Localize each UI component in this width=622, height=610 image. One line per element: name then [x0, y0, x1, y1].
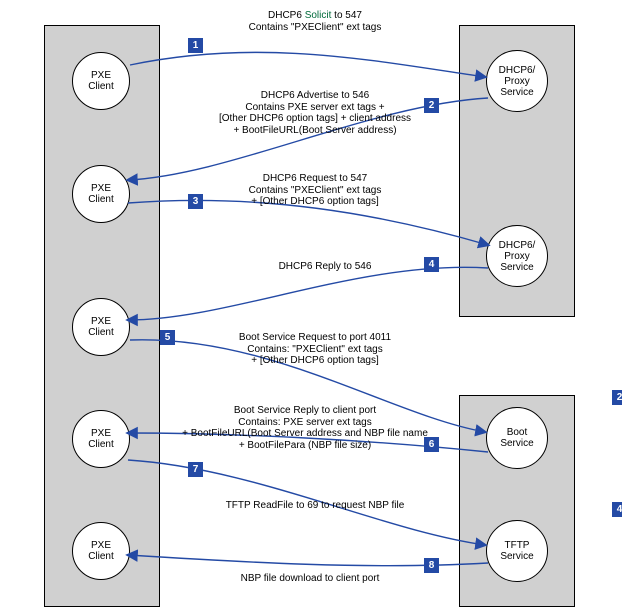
- step-3: 3: [188, 194, 203, 209]
- step-4: 4: [424, 257, 439, 272]
- step-4-partial: 4: [612, 502, 622, 517]
- msg-3: DHCP6 Request to 547Contains "PXEClient"…: [215, 173, 415, 208]
- step-8: 8: [424, 558, 439, 573]
- step-5: 5: [160, 330, 175, 345]
- step-1: 1: [188, 38, 203, 53]
- msg-8: NBP file download to client port: [210, 573, 410, 585]
- step-2-partial: 2: [612, 390, 622, 405]
- msg-7: TFTP ReadFile to 69 to request NBP file: [200, 500, 430, 512]
- msg-5: Boot Service Request to port 4011Contain…: [200, 332, 430, 367]
- msg-6: Boot Service Reply to client portContain…: [175, 405, 435, 451]
- msg-1: DHCP6 Solicit to 547 Contains "PXEClient…: [210, 10, 420, 33]
- msg-2: DHCP6 Advertise to 546Contains PXE serve…: [200, 90, 430, 136]
- step-7: 7: [188, 462, 203, 477]
- msg-4: DHCP6 Reply to 546: [235, 261, 415, 273]
- diagram-stage: PXEClient PXEClient PXEClient PXEClient …: [0, 0, 622, 610]
